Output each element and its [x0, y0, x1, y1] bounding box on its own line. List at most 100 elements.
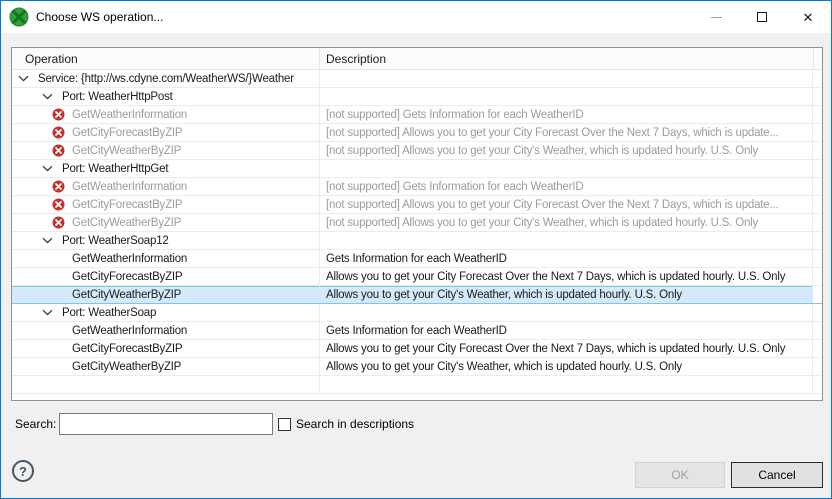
- row-gutter: [813, 340, 822, 357]
- row-gutter: [813, 88, 822, 105]
- operation-label: GetWeatherInformation: [72, 253, 187, 265]
- close-button[interactable]: ✕: [785, 1, 831, 33]
- description-cell: Allows you to get your City Forecast Ove…: [320, 340, 813, 357]
- description-cell: [320, 232, 813, 249]
- description-cell: Gets Information for each WeatherID: [320, 322, 813, 339]
- not-supported-icon: [52, 126, 65, 139]
- not-supported-icon: [52, 144, 65, 157]
- column-header-description[interactable]: Description: [320, 48, 813, 69]
- table-row[interactable]: GetWeatherInformation Gets Information f…: [12, 322, 822, 340]
- row-gutter: [813, 376, 822, 393]
- operation-cell: GetCityForecastByZIP: [12, 124, 320, 141]
- description-cell: Allows you to get your City's Weather, w…: [320, 358, 813, 375]
- maximize-icon: [757, 12, 767, 22]
- description-cell: [320, 376, 813, 393]
- search-input[interactable]: [59, 413, 273, 435]
- description-cell: Allows you to get your City Forecast Ove…: [320, 268, 813, 285]
- not-supported-icon: [52, 108, 65, 121]
- description-cell: [320, 160, 813, 177]
- operation-label: GetWeatherInformation: [72, 181, 187, 193]
- chevron-down-icon[interactable]: [18, 75, 29, 82]
- dialog-window: Choose WS operation... ✕ Operation Descr…: [0, 0, 832, 499]
- operation-label: Port: WeatherHttpGet: [62, 163, 168, 175]
- ok-button[interactable]: OK: [635, 462, 725, 488]
- description-cell: [not supported] Allows you to get your C…: [320, 142, 813, 159]
- operation-cell: GetCityWeatherByZIP: [12, 358, 320, 375]
- minimize-button[interactable]: [693, 1, 739, 33]
- table-row[interactable]: GetWeatherInformation [not supported] Ge…: [12, 106, 822, 124]
- table-row[interactable]: GetCityWeatherByZIP [not supported] Allo…: [12, 214, 822, 232]
- operation-label: Port: WeatherSoap: [62, 307, 156, 319]
- description-cell: [320, 88, 813, 105]
- operation-cell: GetCityWeatherByZIP: [12, 286, 320, 303]
- titlebar: Choose WS operation... ✕: [1, 1, 831, 33]
- description-cell: [not supported] Gets Information for eac…: [320, 178, 813, 195]
- table-row[interactable]: Port: WeatherHttpPost: [12, 88, 822, 106]
- cancel-button[interactable]: Cancel: [731, 462, 823, 488]
- operation-label: GetCityWeatherByZIP: [72, 289, 181, 301]
- row-gutter: [813, 106, 822, 123]
- table-row[interactable]: Port: WeatherHttpGet: [12, 160, 822, 178]
- chevron-down-icon[interactable]: [42, 309, 53, 316]
- operation-label: Service: {http://ws.cdyne.com/WeatherWS/…: [38, 73, 294, 85]
- table-row[interactable]: GetWeatherInformation Gets Information f…: [12, 250, 822, 268]
- operation-cell: Port: WeatherSoap: [12, 304, 320, 321]
- chevron-down-icon[interactable]: [42, 165, 53, 172]
- table-row[interactable]: Port: WeatherSoap12: [12, 232, 822, 250]
- operation-label: Port: WeatherHttpPost: [62, 91, 173, 103]
- description-cell: [320, 70, 813, 87]
- description-cell: [not supported] Gets Information for eac…: [320, 106, 813, 123]
- table-body: Service: {http://ws.cdyne.com/WeatherWS/…: [12, 70, 822, 400]
- table-header: Operation Description: [12, 48, 822, 70]
- row-gutter: [813, 214, 822, 231]
- operation-cell: GetCityForecastByZIP: [12, 268, 320, 285]
- column-header-operation[interactable]: Operation: [12, 48, 320, 69]
- table-row[interactable]: GetCityForecastByZIP [not supported] All…: [12, 196, 822, 214]
- operation-cell: GetCityWeatherByZIP: [12, 142, 320, 159]
- table-row[interactable]: Port: WeatherSoap: [12, 304, 822, 322]
- operation-label: GetCityForecastByZIP: [72, 127, 182, 139]
- maximize-button[interactable]: [739, 1, 785, 33]
- row-gutter: [813, 232, 822, 249]
- operation-cell: GetWeatherInformation: [12, 106, 320, 123]
- row-gutter: [813, 160, 822, 177]
- table-row[interactable]: GetCityWeatherByZIP Allows you to get yo…: [12, 286, 822, 304]
- chevron-down-icon[interactable]: [42, 93, 53, 100]
- footer: ? OK Cancel: [1, 451, 831, 498]
- table-row[interactable]: [12, 376, 822, 394]
- operation-label: GetCityWeatherByZIP: [72, 145, 181, 157]
- description-cell: [not supported] Allows you to get your C…: [320, 124, 813, 141]
- help-button[interactable]: ?: [12, 460, 34, 482]
- operation-label: GetCityWeatherByZIP: [72, 217, 181, 229]
- operation-cell: Service: {http://ws.cdyne.com/WeatherWS/…: [12, 70, 320, 87]
- operation-cell: Port: WeatherHttpPost: [12, 88, 320, 105]
- chevron-down-icon[interactable]: [42, 237, 53, 244]
- not-supported-icon: [52, 180, 65, 193]
- operation-cell: GetCityForecastByZIP: [12, 340, 320, 357]
- table-row[interactable]: GetWeatherInformation [not supported] Ge…: [12, 178, 822, 196]
- row-gutter: [813, 142, 822, 159]
- operation-cell: GetWeatherInformation: [12, 322, 320, 339]
- operation-label: GetWeatherInformation: [72, 109, 187, 121]
- row-gutter: [813, 268, 822, 285]
- row-gutter: [813, 196, 822, 213]
- table-empty-area: [12, 394, 822, 400]
- table-row[interactable]: GetCityWeatherByZIP Allows you to get yo…: [12, 358, 822, 376]
- table-row[interactable]: GetCityForecastByZIP Allows you to get y…: [12, 340, 822, 358]
- operation-label: GetCityForecastByZIP: [72, 343, 182, 355]
- row-gutter: [813, 322, 822, 339]
- window-title: Choose WS operation...: [36, 10, 163, 24]
- table-row[interactable]: GetCityForecastByZIP [not supported] All…: [12, 124, 822, 142]
- table-row[interactable]: GetCityWeatherByZIP [not supported] Allo…: [12, 142, 822, 160]
- description-cell: [not supported] Allows you to get your C…: [320, 214, 813, 231]
- header-gutter: [813, 48, 822, 69]
- help-icon: ?: [19, 464, 27, 479]
- close-icon: ✕: [803, 11, 814, 24]
- search-in-descriptions-checkbox[interactable]: [278, 418, 291, 431]
- not-supported-icon: [52, 198, 65, 211]
- table-row[interactable]: GetCityForecastByZIP Allows you to get y…: [12, 268, 822, 286]
- table-row[interactable]: Service: {http://ws.cdyne.com/WeatherWS/…: [12, 70, 822, 88]
- minimize-icon: [711, 17, 722, 18]
- row-gutter: [813, 286, 822, 303]
- description-cell: [not supported] Allows you to get your C…: [320, 196, 813, 213]
